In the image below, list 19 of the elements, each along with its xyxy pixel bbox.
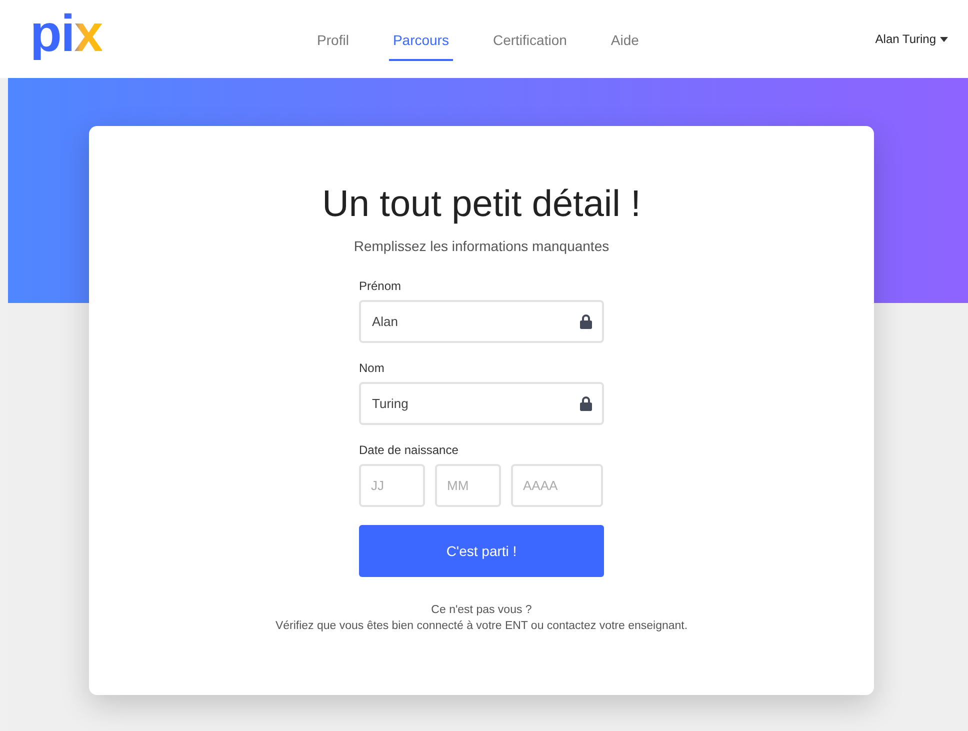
nav-tab[interactable]: Parcours [388,26,453,60]
caret-icon [940,36,948,42]
field-label: Prénom [359,278,402,296]
user-menu[interactable]: Alan Turing [875,30,948,48]
input-field[interactable]: Turing [359,382,604,426]
date-input[interactable]: JJ [359,464,425,508]
field-label: Date de naissance [359,442,460,460]
field-label: Nom [359,360,386,378]
submit-button[interactable]: C'est parti ! [359,525,604,578]
subtitle: Remplissez les informations manquantes [354,237,610,256]
nav-tab[interactable]: Profil [313,26,353,60]
date-input[interactable]: MM [435,464,501,508]
nav-tab[interactable]: Aide [606,26,643,60]
page-title: Un tout petit détail ! [322,182,641,226]
nav-tab[interactable]: Certification [488,26,571,60]
help-text: Vérifiez que vous êtes bien connecté à votre ENT ou contactez votre enseignant. [275,619,688,634]
input-field[interactable]: Alan [359,300,604,344]
help-text: Ce n'est pas vous ? [430,603,533,618]
date-input[interactable]: AAAA [511,464,603,508]
